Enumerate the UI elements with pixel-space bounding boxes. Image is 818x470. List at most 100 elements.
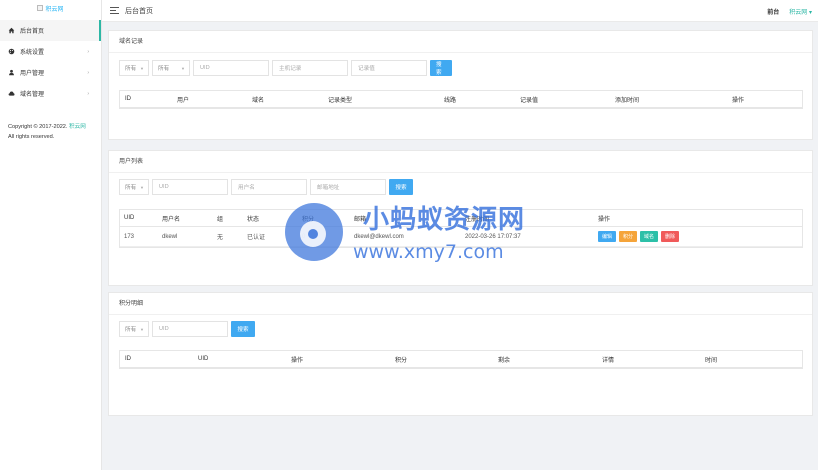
column-header: 注册时间: [465, 216, 490, 223]
cell-email: dkewl@dkewl.com: [354, 233, 404, 240]
points-filter: 所有 ▼ UID 搜索: [119, 321, 255, 337]
column-header: 记录值: [520, 97, 539, 104]
copyright: Copyright © 2017-2022. 积云网 All rights re…: [8, 122, 98, 142]
column-header: 操作: [732, 97, 745, 104]
card-title: 域名记录: [109, 31, 812, 53]
records-host-input[interactable]: 主机记录: [272, 60, 348, 76]
column-header: 积分: [302, 216, 315, 223]
sidebar-item-label: 域名管理: [20, 92, 45, 98]
records-table: ID 用户 域名 记录类型 线路 记录值 添加时间 操作: [119, 90, 803, 109]
user-name: 积云网: [789, 9, 808, 16]
sidebar: 积云网 后台首页 系统设置 › 用户管理 › 域名管理 › Copyright …: [0, 0, 102, 470]
column-header: ID: [125, 356, 131, 362]
column-header: 邮箱: [354, 216, 367, 223]
logo[interactable]: 积云网: [0, 0, 101, 16]
records-search-button[interactable]: 搜索: [430, 60, 452, 76]
menu-toggle-icon[interactable]: [110, 7, 119, 14]
domains-button[interactable]: 域名: [640, 231, 659, 242]
records-filter: 所有 ▼ 所有 ▼ UID 主机记录 记录值 搜索: [119, 60, 452, 76]
records-select-2[interactable]: 所有 ▼: [152, 60, 190, 76]
select-value: 所有: [125, 327, 137, 333]
records-select-1[interactable]: 所有 ▼: [119, 60, 149, 76]
cell-points: 0: [302, 233, 306, 240]
column-header: 用户名: [162, 216, 181, 223]
sidebar-item-domain-management[interactable]: 域名管理 ›: [0, 83, 101, 104]
domain-records-card: 域名记录 所有 ▼ 所有 ▼ UID 主机记录 记录值 搜索 ID 用户 域名 记录…: [108, 30, 813, 140]
column-header: 组: [217, 216, 224, 223]
users-username-input[interactable]: 用户名: [231, 179, 307, 195]
caret-down-icon: ▼: [140, 65, 144, 71]
header-right: 前台 积云网 ▾: [767, 0, 812, 22]
user-icon: [8, 69, 15, 76]
points-details-card: 积分明细 所有 ▼ UID 搜索 ID UID 操作 积分 剩余 详情 时间: [108, 292, 813, 416]
records-uid-input[interactable]: UID: [193, 60, 269, 76]
column-header: 添加时间: [615, 97, 640, 104]
column-header: 积分: [395, 357, 408, 364]
column-header: 操作: [291, 357, 304, 364]
caret-down-icon: ▼: [140, 326, 144, 332]
table-header: ID 用户 域名 记录类型 线路 记录值 添加时间 操作: [120, 91, 802, 108]
column-header: 时间: [705, 357, 718, 364]
select-value: 所有: [158, 66, 170, 72]
column-header: 域名: [252, 97, 265, 104]
sidebar-item-label: 后台首页: [20, 29, 45, 35]
chevron-right-icon: ›: [87, 90, 89, 97]
sidebar-item-label: 用户管理: [20, 71, 45, 77]
cell-actions: 编辑 积分 域名 删除: [598, 231, 682, 242]
caret-down-icon: ▼: [181, 65, 185, 71]
chevron-right-icon: ›: [87, 48, 89, 55]
users-uid-input[interactable]: UID: [152, 179, 228, 195]
users-select-1[interactable]: 所有 ▼: [119, 179, 149, 195]
sidebar-item-label: 系统设置: [20, 50, 45, 56]
cloud-icon: [8, 90, 15, 97]
chevron-right-icon: ›: [87, 69, 89, 76]
points-uid-input[interactable]: UID: [152, 321, 228, 337]
records-value-input[interactable]: 记录值: [351, 60, 427, 76]
broken-image-icon: [37, 5, 44, 11]
copyright-link[interactable]: 积云网: [69, 124, 86, 130]
chevron-down-icon: ▾: [808, 9, 812, 16]
palette-icon: [8, 48, 15, 55]
column-header: 状态: [247, 216, 260, 223]
user-list-card: 用户列表 所有 ▼ UID 用户名 邮箱地址 搜索 UID 用户名 组 状态 积分…: [108, 150, 813, 286]
card-title: 用户列表: [109, 151, 812, 173]
home-icon: [8, 27, 15, 34]
users-table: UID 用户名 组 状态 积分 邮箱 注册时间 操作 173 dkewl 无 已…: [119, 209, 803, 248]
caret-down-icon: ▼: [140, 184, 144, 190]
users-filter: 所有 ▼ UID 用户名 邮箱地址 搜索: [119, 179, 413, 195]
sidebar-item-user-management[interactable]: 用户管理 ›: [0, 62, 101, 83]
card-title: 积分明细: [109, 293, 812, 315]
logo-alt-text: 积云网: [45, 6, 64, 13]
points-select-1[interactable]: 所有 ▼: [119, 321, 149, 337]
user-menu[interactable]: 积云网 ▾: [789, 7, 812, 16]
column-header: UID: [198, 356, 209, 362]
select-value: 所有: [125, 185, 137, 191]
delete-button[interactable]: 删除: [661, 231, 680, 242]
column-header: 线路: [444, 97, 457, 104]
cell-uid: 173: [124, 233, 135, 240]
edit-button[interactable]: 编辑: [598, 231, 617, 242]
table-header: ID UID 操作 积分 剩余 详情 时间: [120, 351, 802, 368]
users-email-input[interactable]: 邮箱地址: [310, 179, 386, 195]
sidebar-menu: 后台首页 系统设置 › 用户管理 › 域名管理 ›: [0, 20, 101, 104]
column-header: UID: [124, 215, 135, 221]
column-header: 详情: [602, 357, 615, 364]
copyright-prefix: Copyright © 2017-2022.: [8, 124, 68, 130]
cell-group: 无: [217, 235, 224, 241]
cell-status: 已认证: [247, 235, 266, 241]
top-header: 后台首页 前台 积云网 ▾: [102, 0, 818, 22]
points-search-button[interactable]: 搜索: [231, 321, 255, 337]
points-button[interactable]: 积分: [619, 231, 638, 242]
cell-username: dkewl: [162, 233, 178, 240]
sidebar-item-system-settings[interactable]: 系统设置 ›: [0, 41, 101, 62]
sidebar-item-home[interactable]: 后台首页: [0, 20, 101, 41]
column-header: 剩余: [498, 357, 511, 364]
page-title: 后台首页: [125, 7, 153, 15]
select-value: 所有: [125, 66, 137, 72]
column-header: 记录类型: [328, 97, 353, 104]
front-page-link[interactable]: 前台: [767, 7, 779, 16]
points-table: ID UID 操作 积分 剩余 详情 时间: [119, 350, 803, 369]
users-search-button[interactable]: 搜索: [389, 179, 413, 195]
column-header: ID: [125, 96, 131, 102]
logo-image[interactable]: 积云网: [37, 4, 64, 13]
